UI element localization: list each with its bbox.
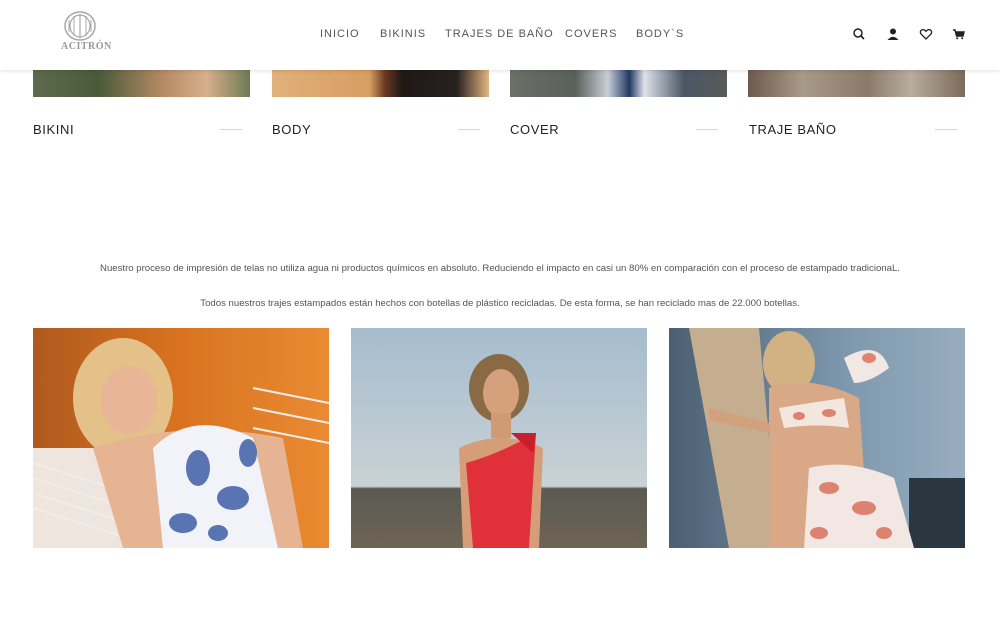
cart-icon[interactable] — [951, 26, 967, 42]
category-divider — [220, 129, 242, 130]
category-label[interactable]: COVER — [510, 122, 559, 137]
heart-icon[interactable] — [918, 26, 934, 42]
nav-item-inicio[interactable]: INICIO — [320, 28, 360, 40]
category-label[interactable]: TRAJE BAÑO — [749, 122, 837, 137]
category-divider — [696, 129, 718, 130]
nav-item-covers[interactable]: COVERS — [565, 28, 617, 40]
nav-item-bikinis[interactable]: BIKINIS — [380, 28, 426, 40]
logo-text: ACITRÓN — [61, 41, 112, 52]
lookbook-image-red-swimsuit[interactable] — [351, 328, 647, 548]
user-icon[interactable] — [885, 26, 901, 42]
category-label[interactable]: BIKINI — [33, 122, 74, 137]
lookbook-image-floral-bikini[interactable] — [669, 328, 965, 548]
search-icon[interactable] — [851, 26, 867, 42]
category-label[interactable]: BODY — [272, 122, 311, 137]
nav-item-trajes-de-bano[interactable]: TRAJES DE BAÑO — [445, 28, 554, 40]
site-header: ACITRÓN INICIO BIKINIS TRAJES DE BAÑO CO… — [0, 0, 1000, 70]
category-divider — [458, 129, 480, 130]
category-divider — [935, 129, 957, 130]
recycling-text: Todos nuestros trajes estampados están h… — [200, 298, 800, 309]
sustainability-text: Nuestro proceso de impresión de telas no… — [100, 263, 900, 274]
lookbook-image-floral-blue[interactable] — [33, 328, 329, 548]
nav-item-bodys[interactable]: BODY`S — [636, 28, 684, 40]
